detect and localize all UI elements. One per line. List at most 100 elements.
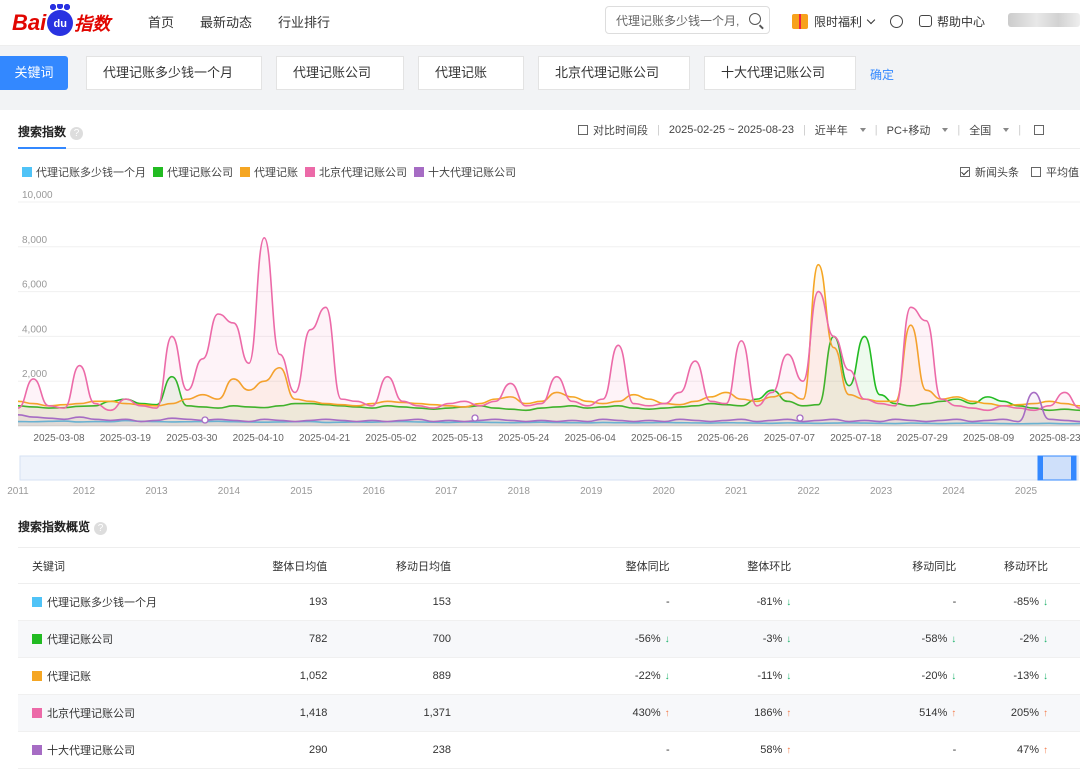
skin-icon[interactable] — [890, 14, 904, 28]
table-row: 十大代理记账公司 290 238-58% ↑ -47% ↑ — [18, 731, 1080, 769]
keyword-bar: 关键词 代理记账多少钱一个月 代理记账公司 代理记账 北京代理记账公司 十大代理… — [0, 46, 1080, 108]
help-icon[interactable]: ? — [94, 522, 108, 535]
x-tick-label: 2025-08-09 — [963, 433, 1015, 444]
search-index-chart[interactable]: 10,0008,0006,0004,0002,0002025-03-08 2025… — [0, 190, 1080, 535]
welfare-link[interactable]: 限时福利 — [814, 13, 862, 30]
nav-ranking[interactable]: 行业排行 — [278, 12, 330, 31]
row-keyword[interactable]: 十大代理记账公司 — [18, 731, 173, 769]
x-tick-label: 2025-03-30 — [166, 433, 218, 444]
arrow-down-icon: ↓ — [1043, 671, 1048, 682]
col-mobile-mom: 移动环比 — [956, 547, 1080, 584]
cell-total-yoy: - — [451, 583, 670, 621]
col-mobile-avg: 移动日均值 — [327, 547, 452, 584]
keyword-input-4[interactable]: 北京代理记账公司 — [538, 56, 690, 90]
cell-mobile-mom: 205% ↑ — [956, 694, 1080, 732]
legend-item[interactable]: 代理记账多少钱一个月 — [22, 164, 146, 180]
x-tick-label: 2025-05-24 — [498, 433, 550, 444]
cell-mobile-mom: 47% ↑ — [956, 731, 1080, 769]
help-icon[interactable]: ? — [70, 127, 84, 140]
arrow-up-icon: ↑ — [1043, 745, 1048, 756]
chart-filters: 对比时间段 | 2025-02-25 ~ 2025-08-23 | 近半年 | … — [578, 122, 1045, 138]
search-input[interactable] — [616, 13, 744, 27]
arrow-down-icon: ↓ — [786, 634, 792, 645]
cell-total-yoy: -56% ↓ — [451, 620, 670, 658]
period-select[interactable]: 近半年 — [815, 122, 848, 138]
cell-total-yoy: - — [451, 731, 670, 769]
section-title: 搜索指数? — [18, 123, 84, 140]
navigator-year-label: 2017 — [435, 486, 458, 497]
arrow-down-icon: ↓ — [1043, 597, 1048, 608]
keyword-input-2[interactable]: 代理记账公司 — [276, 56, 404, 90]
table-row: 代理记账 1,052 889 -22% ↓ -11% ↓ -20% ↓ -13% ↓ — [18, 657, 1080, 695]
x-tick-label: 2025-06-26 — [697, 433, 749, 444]
arrow-up-icon: ↑ — [1043, 708, 1048, 719]
arrow-down-icon: ↓ — [1043, 634, 1048, 645]
help-center-link[interactable]: 帮助中心 — [937, 13, 985, 30]
cell-total-mom: -11% ↓ — [669, 657, 792, 695]
news-checkbox[interactable] — [960, 167, 970, 177]
arrow-down-icon: ↓ — [664, 634, 670, 645]
cell-total-yoy: 430% ↑ — [451, 694, 670, 732]
x-tick-label: 2025-08-23 — [1029, 433, 1080, 444]
logo-bai: Bai — [12, 10, 47, 35]
series-area-3 — [18, 237, 1080, 426]
x-tick-label: 2025-04-10 — [233, 433, 285, 444]
legend-item[interactable]: 代理记账公司 — [153, 164, 233, 180]
cell-total-avg: 290 — [172, 731, 328, 769]
legend-item[interactable]: 北京代理记账公司 — [305, 164, 407, 180]
navigator-year-label: 2011 — [7, 486, 29, 497]
arrow-down-icon: ↓ — [786, 671, 792, 682]
legend-item[interactable]: 代理记账 — [240, 164, 298, 180]
main-panel: 搜索指数? 对比时间段 | 2025-02-25 ~ 2025-08-23 | … — [0, 110, 1080, 777]
col-keyword: 关键词 — [18, 547, 173, 584]
table-row: 代理记账公司 782 700 -56% ↓ -3% ↓ -58% ↓ -2% ↓ — [18, 620, 1080, 658]
news-label: 新闻头条 — [975, 167, 1019, 179]
cell-mobile-avg: 153 — [327, 583, 452, 621]
confirm-button[interactable]: 确定 — [870, 66, 894, 83]
device-select[interactable]: PC+移动 — [887, 122, 931, 138]
cell-total-yoy: -22% ↓ — [451, 657, 670, 695]
x-tick-label: 2025-03-08 — [33, 433, 85, 444]
color-swatch — [32, 597, 42, 607]
keyword-input-1[interactable]: 代理记账多少钱一个月 — [86, 56, 262, 90]
row-keyword[interactable]: 代理记账多少钱一个月 — [18, 583, 173, 621]
cell-mobile-yoy: 514% ↑ — [791, 694, 957, 732]
arrow-up-icon: ↑ — [786, 708, 792, 719]
search-index-title: 搜索指数 — [18, 125, 67, 139]
nav-latest[interactable]: 最新动态 — [200, 12, 252, 31]
x-tick-label: 2025-07-29 — [897, 433, 949, 444]
search-box — [605, 6, 770, 34]
average-label: 平均值 — [1046, 167, 1079, 179]
row-keyword[interactable]: 北京代理记账公司 — [18, 694, 173, 732]
user-name-blurred[interactable] — [1008, 13, 1080, 27]
message-icon — [919, 15, 933, 27]
compare-label: 对比时间段 — [593, 125, 648, 137]
keyword-tab[interactable]: 关键词 — [0, 56, 68, 90]
region-select[interactable]: 全国 — [969, 122, 991, 138]
y-tick-label: 6,000 — [22, 280, 47, 291]
col-total-avg: 整体日均值 — [172, 547, 328, 584]
overview-table: 关键词 整体日均值 移动日均值 整体同比 整体环比 移动同比 移动环比 代理记账… — [18, 547, 1080, 769]
cell-mobile-avg: 238 — [327, 731, 452, 769]
nav-home[interactable]: 首页 — [148, 12, 174, 31]
keyword-input-5[interactable]: 十大代理记账公司 — [704, 56, 856, 90]
search-icon[interactable] — [749, 13, 761, 25]
keyword-input-3[interactable]: 代理记账 — [418, 56, 524, 90]
date-range[interactable]: 2025-02-25 ~ 2025-08-23 — [669, 124, 794, 136]
timeline-navigator — [19, 455, 1079, 481]
row-keyword[interactable]: 代理记账 — [18, 657, 173, 695]
row-keyword[interactable]: 代理记账公司 — [18, 620, 173, 658]
news-marker — [796, 414, 804, 422]
navigator-year-label: 2025 — [1015, 486, 1038, 497]
cell-total-mom: -81% ↓ — [669, 583, 792, 621]
cell-total-mom: 58% ↑ — [669, 731, 792, 769]
baidu-index-logo[interactable]: Bai du 指数 — [12, 4, 110, 42]
navigator-year-label: 2022 — [797, 486, 820, 497]
export-icon[interactable] — [1034, 125, 1045, 135]
average-checkbox[interactable] — [1031, 167, 1041, 177]
arrow-up-icon: ↑ — [664, 708, 670, 719]
compare-checkbox[interactable] — [578, 125, 588, 135]
chevron-down-icon[interactable] — [866, 15, 876, 24]
legend-item[interactable]: 十大代理记账公司 — [414, 164, 516, 180]
col-mobile-yoy: 移动同比 — [791, 547, 957, 584]
